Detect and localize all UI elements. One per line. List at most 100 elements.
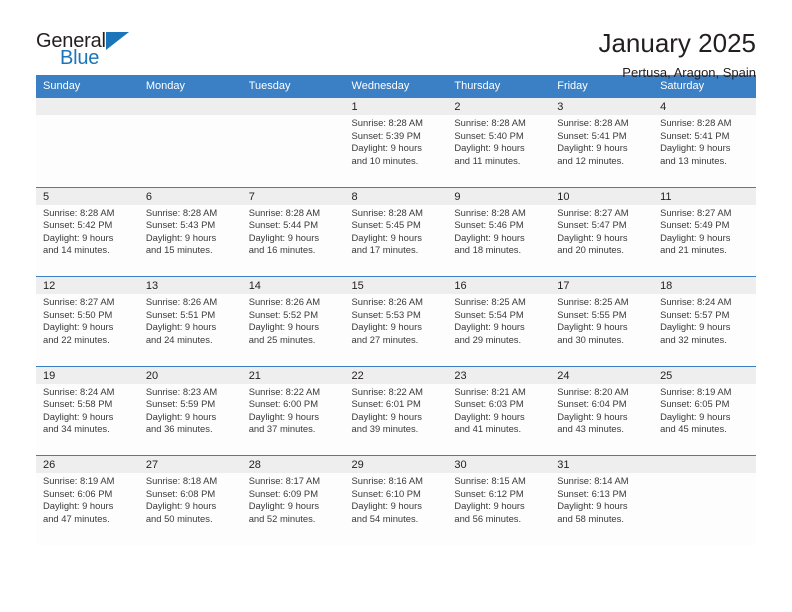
day-number-empty (36, 97, 139, 115)
day-number-empty (653, 455, 756, 473)
daylight-text: Daylight: 9 hours (557, 142, 628, 154)
day-cell-details: Sunrise: 8:17 AM Sunset: 6:09 PM Daylight:… (241, 473, 345, 545)
day-cell-details: Sunrise: 8:25 AM Sunset: 5:55 PM Daylight:… (550, 294, 654, 366)
day-number-empty (241, 97, 345, 115)
day-cell-details: Sunrise: 8:28 AM Sunset: 5:43 PM Daylight:… (138, 204, 242, 277)
daylight-text-cont: and 54 minutes. (351, 512, 419, 524)
sunrise-text: Sunrise: 8:28 AM (43, 206, 115, 218)
daylight-text: Daylight: 9 hours (557, 410, 628, 422)
sunset-text: Sunset: 5:42 PM (43, 219, 113, 231)
day-number[interactable]: 8 (344, 186, 448, 205)
day-cell-details: Sunrise: 8:26 AM Sunset: 5:51 PM Daylight:… (138, 294, 242, 366)
day-number[interactable]: 1 (344, 97, 448, 115)
page-subtitle-location: Pertusa, Aragon, Spain (622, 65, 756, 80)
sunrise-text: Sunrise: 8:17 AM (248, 475, 321, 486)
daylight-text-cont: and 45 minutes. (660, 423, 727, 435)
day-number[interactable]: 26 (36, 455, 139, 473)
day-cell-details: Sunrise: 8:27 AM Sunset: 5:47 PM Daylight:… (550, 204, 654, 277)
day-number[interactable]: 30 (447, 455, 551, 473)
sunrise-text: Sunrise: 8:28 AM (145, 206, 218, 218)
sunset-text: Sunset: 5:39 PM (351, 129, 421, 141)
day-number[interactable]: 11 (653, 186, 756, 205)
daylight-text-cont: and 56 minutes. (454, 512, 522, 524)
day-number[interactable]: 23 (447, 365, 551, 384)
day-cell-details: Sunrise: 8:23 AM Sunset: 5:59 PM Daylight:… (138, 383, 242, 456)
daylight-text: Daylight: 9 hours (248, 321, 320, 333)
sunset-text: Sunset: 5:58 PM (43, 398, 113, 410)
brand-logo[interactable]: General Blue (36, 28, 142, 68)
day-number[interactable]: 16 (447, 276, 551, 294)
daylight-text-cont: and 17 minutes. (351, 244, 419, 256)
day-cell-details: Sunrise: 8:24 AM Sunset: 5:58 PM Daylight:… (36, 383, 139, 456)
sunset-text: Sunset: 5:41 PM (557, 129, 627, 141)
daylight-text: Daylight: 9 hours (351, 500, 422, 512)
sunset-text: Sunset: 5:51 PM (145, 308, 216, 320)
daylight-text-cont: and 15 minutes. (145, 244, 213, 256)
daylight-text-cont: and 34 minutes. (43, 423, 110, 435)
day-cell-details: Sunrise: 8:28 AM Sunset: 5:42 PM Daylight:… (36, 204, 139, 277)
day-cell-details: Sunrise: 8:28 AM Sunset: 5:40 PM Daylight:… (447, 115, 551, 187)
sunrise-text: Sunrise: 8:28 AM (454, 117, 526, 128)
day-number[interactable]: 15 (344, 276, 448, 294)
day-number[interactable]: 18 (653, 276, 756, 294)
day-number[interactable]: 24 (550, 365, 654, 384)
daylight-text: Daylight: 9 hours (557, 500, 628, 512)
day-number[interactable]: 14 (241, 276, 345, 294)
day-number[interactable]: 12 (36, 276, 139, 294)
day-number[interactable]: 29 (344, 455, 448, 473)
weekday-header-tuesday: Tuesday (241, 75, 345, 98)
day-number[interactable]: 20 (138, 365, 242, 384)
day-number[interactable]: 17 (550, 276, 654, 294)
day-number[interactable]: 4 (653, 97, 756, 115)
day-number[interactable]: 7 (241, 186, 345, 205)
daylight-text-cont: and 32 minutes. (660, 333, 727, 345)
daylight-text-cont: and 39 minutes. (351, 423, 419, 435)
daylight-text: Daylight: 9 hours (660, 231, 731, 243)
day-cell-details: Sunrise: 8:15 AM Sunset: 6:12 PM Daylight:… (447, 473, 551, 545)
week-detail-row: Sunrise: 8:19 AM Sunset: 6:06 PM Daylight:… (36, 473, 756, 545)
day-number[interactable]: 21 (241, 365, 345, 384)
day-number[interactable]: 27 (138, 455, 242, 473)
daylight-text-cont: and 22 minutes. (43, 333, 110, 345)
sunrise-text: Sunrise: 8:28 AM (660, 117, 732, 128)
day-number[interactable]: 19 (36, 365, 139, 384)
daylight-text: Daylight: 9 hours (145, 321, 217, 333)
sunset-text: Sunset: 5:52 PM (248, 308, 318, 320)
day-number[interactable]: 10 (550, 186, 654, 205)
sunset-text: Sunset: 5:45 PM (351, 219, 421, 231)
sunset-text: Sunset: 5:54 PM (454, 308, 524, 320)
sunset-text: Sunset: 5:57 PM (660, 308, 730, 320)
day-number[interactable]: 3 (550, 97, 654, 115)
daylight-text-cont: and 37 minutes. (248, 423, 316, 435)
day-number-empty (138, 97, 242, 115)
day-number[interactable]: 31 (550, 455, 654, 473)
daylight-text: Daylight: 9 hours (557, 321, 628, 333)
sunrise-text: Sunrise: 8:28 AM (351, 206, 423, 218)
daylight-text: Daylight: 9 hours (660, 142, 731, 154)
daylight-text-cont: and 36 minutes. (145, 423, 213, 435)
daylight-text: Daylight: 9 hours (43, 321, 114, 333)
daylight-text: Daylight: 9 hours (454, 231, 525, 243)
day-number[interactable]: 22 (344, 365, 448, 384)
day-cell-details: Sunrise: 8:19 AM Sunset: 6:06 PM Daylight:… (36, 473, 139, 545)
daylight-text-cont: and 25 minutes. (248, 333, 316, 345)
day-number[interactable]: 6 (138, 186, 242, 205)
day-number[interactable]: 13 (138, 276, 242, 294)
sunrise-text: Sunrise: 8:14 AM (557, 475, 629, 486)
daylight-text-cont: and 12 minutes. (557, 154, 624, 166)
daylight-text: Daylight: 9 hours (660, 321, 731, 333)
sunrise-text: Sunrise: 8:28 AM (454, 206, 526, 218)
sunrise-text: Sunrise: 8:28 AM (557, 117, 629, 128)
day-number[interactable]: 5 (36, 186, 139, 205)
daylight-text-cont: and 30 minutes. (557, 333, 624, 345)
daylight-text-cont: and 18 minutes. (454, 244, 522, 256)
day-number[interactable]: 28 (241, 455, 345, 473)
week-detail-row: Sunrise: 8:24 AM Sunset: 5:58 PM Daylight:… (36, 383, 756, 456)
day-number[interactable]: 2 (447, 97, 551, 115)
sunrise-text: Sunrise: 8:26 AM (351, 296, 423, 307)
day-number[interactable]: 25 (653, 365, 756, 384)
sunrise-text: Sunrise: 8:16 AM (351, 475, 423, 486)
daylight-text-cont: and 10 minutes. (351, 154, 419, 166)
day-number[interactable]: 9 (447, 186, 551, 205)
daylight-text-cont: and 20 minutes. (557, 244, 624, 256)
